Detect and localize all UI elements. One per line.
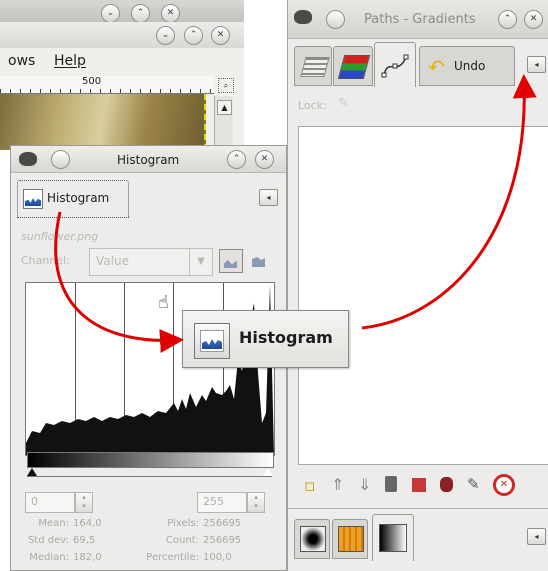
- tab-histogram[interactable]: Histogram: [17, 180, 129, 218]
- range-max-stepper[interactable]: ▴ ▾: [247, 492, 265, 513]
- layers-icon: [300, 57, 330, 77]
- stat-count-value: 256695: [203, 535, 242, 546]
- drag-tooltip: Histogram: [182, 310, 349, 368]
- stat-stddev-value: 69,5: [73, 535, 96, 546]
- histogram-window-menu-button[interactable]: [51, 150, 70, 169]
- channel-label: Channel:: [21, 254, 70, 267]
- stat-mean-label: Mean:: [38, 518, 69, 529]
- image-window-maximize-top[interactable]: ⌃: [131, 4, 150, 23]
- horizontal-ruler: 500: [0, 76, 214, 94]
- new-path-icon[interactable]: ▫: [304, 476, 316, 496]
- histogram-window-minimize[interactable]: ⌃: [227, 150, 246, 169]
- histogram-tab-menu-button[interactable]: ◂: [259, 189, 278, 206]
- tab-undo-label: Undo: [454, 59, 486, 73]
- value-gradient-bar: [27, 452, 274, 468]
- stat-pixels-value: 256695: [203, 518, 242, 529]
- image-name-label: sunflower.png: [21, 230, 99, 243]
- stat-count-label: Count:: [165, 535, 199, 546]
- drag-tooltip-label: Histogram: [239, 328, 333, 347]
- dock-separator: [288, 508, 548, 515]
- stroke-path-icon[interactable]: ✎: [467, 475, 480, 493]
- range-slider-left-handle[interactable]: [27, 468, 37, 476]
- image-window-maximize[interactable]: ⌃: [184, 26, 203, 45]
- range-slider-track[interactable]: [27, 476, 272, 477]
- brush-icon: [300, 526, 326, 552]
- lower-path-icon[interactable]: ⇓: [358, 475, 371, 494]
- gradient-icon: [379, 524, 407, 552]
- gradients-tab-menu-button[interactable]: ◂: [527, 528, 546, 545]
- linear-histogram-button[interactable]: [219, 249, 243, 273]
- stat-stddev-label: Std dev:: [27, 535, 69, 546]
- range-max-value: 255: [203, 495, 224, 508]
- channels-icon: [337, 55, 371, 79]
- stat-pixels-label: Pixels:: [167, 518, 199, 529]
- channel-select-value: Value: [96, 254, 129, 268]
- menu-item-help[interactable]: Help: [54, 53, 86, 69]
- paths-list[interactable]: [298, 126, 548, 465]
- undo-icon: ↶: [428, 55, 445, 79]
- paths-dock-title: Paths - Gradients: [364, 12, 476, 27]
- paths-dock-menu-button[interactable]: [326, 10, 345, 29]
- delete-path-icon[interactable]: ✕: [493, 474, 515, 496]
- image-window-inner-titlebar: [0, 22, 244, 48]
- hand-cursor-icon: ☝: [158, 292, 169, 313]
- chevron-down-icon: ▼: [189, 249, 212, 275]
- image-window-minimize[interactable]: ⌄: [156, 26, 175, 45]
- histogram-icon: [194, 323, 230, 359]
- stat-percentile-label: Percentile:: [146, 552, 199, 563]
- logarithmic-histogram-button[interactable]: [248, 249, 270, 271]
- histogram-plot[interactable]: [25, 282, 275, 456]
- path-to-selection-icon[interactable]: [412, 478, 426, 492]
- histogram-window-title: Histogram: [117, 153, 180, 167]
- paths-gradients-dock: Paths - Gradients ⌃ ✕ ↶ Undo ◂ Lock: ✎ ▫…: [287, 0, 548, 571]
- tab-brushes[interactable]: [294, 519, 330, 559]
- channel-select[interactable]: Value ▼: [89, 248, 213, 276]
- stat-mean-value: 164,0: [73, 518, 102, 529]
- image-window-minimize-top[interactable]: ⌄: [101, 4, 120, 23]
- stat-percentile-value: 100,0: [203, 552, 232, 563]
- image-canvas[interactable]: [0, 94, 206, 150]
- tab-patterns[interactable]: [332, 519, 368, 559]
- tab-undo[interactable]: ↶ Undo: [419, 46, 515, 86]
- tab-paths[interactable]: [374, 42, 416, 87]
- paths-dock-minimize[interactable]: ⌃: [498, 10, 517, 29]
- histogram-fill: [26, 285, 274, 455]
- tab-histogram-label: Histogram: [47, 191, 110, 205]
- image-window-close-top[interactable]: ✕: [161, 4, 180, 23]
- zoom-navigate-icon[interactable]: ⌕: [218, 78, 234, 93]
- paths-dock-close[interactable]: ✕: [524, 10, 543, 29]
- range-slider-right-handle[interactable]: [263, 468, 273, 476]
- range-min-value: 0: [31, 495, 38, 508]
- tab-channels[interactable]: [333, 46, 373, 86]
- image-window: ⌄ ⌃ ✕ ⌄ ⌃ ✕ ows Help 500 ⌕ ▲: [0, 0, 244, 150]
- image-vertical-scrollbar[interactable]: ▲: [214, 96, 233, 150]
- ruler-mark-label: 500: [82, 76, 102, 87]
- image-window-close[interactable]: ✕: [211, 26, 230, 45]
- selection-to-path-icon[interactable]: [440, 477, 453, 492]
- scroll-up-arrow-icon[interactable]: ▲: [217, 100, 232, 115]
- pattern-icon: [338, 526, 364, 552]
- gimp-wilber-icon: [294, 10, 312, 24]
- lock-icon[interactable]: ✎: [338, 96, 349, 111]
- paths-toolbar: ▫ ⇑ ⇓ ✎ ✕: [288, 472, 548, 502]
- image-window-titlebar: [0, 0, 244, 23]
- raise-path-icon[interactable]: ⇑: [331, 475, 344, 494]
- tab-layers[interactable]: [294, 46, 332, 86]
- paths-icon: [381, 54, 409, 78]
- range-min-field[interactable]: 0: [25, 492, 75, 513]
- paths-dock-tab-menu-button[interactable]: ◂: [527, 56, 546, 73]
- stat-median-value: 182,0: [73, 552, 102, 563]
- range-max-field[interactable]: 255: [197, 492, 247, 513]
- tab-gradients[interactable]: [372, 514, 414, 561]
- gimp-wilber-icon: [19, 152, 37, 166]
- histogram-icon: [23, 189, 43, 209]
- duplicate-path-icon[interactable]: [385, 476, 397, 492]
- range-min-stepper[interactable]: ▴ ▾: [75, 492, 93, 513]
- lock-label: Lock:: [298, 99, 327, 112]
- menu-item-windows[interactable]: ows: [8, 53, 35, 69]
- stat-median-label: Median:: [29, 552, 69, 563]
- histogram-window-close[interactable]: ✕: [255, 150, 274, 169]
